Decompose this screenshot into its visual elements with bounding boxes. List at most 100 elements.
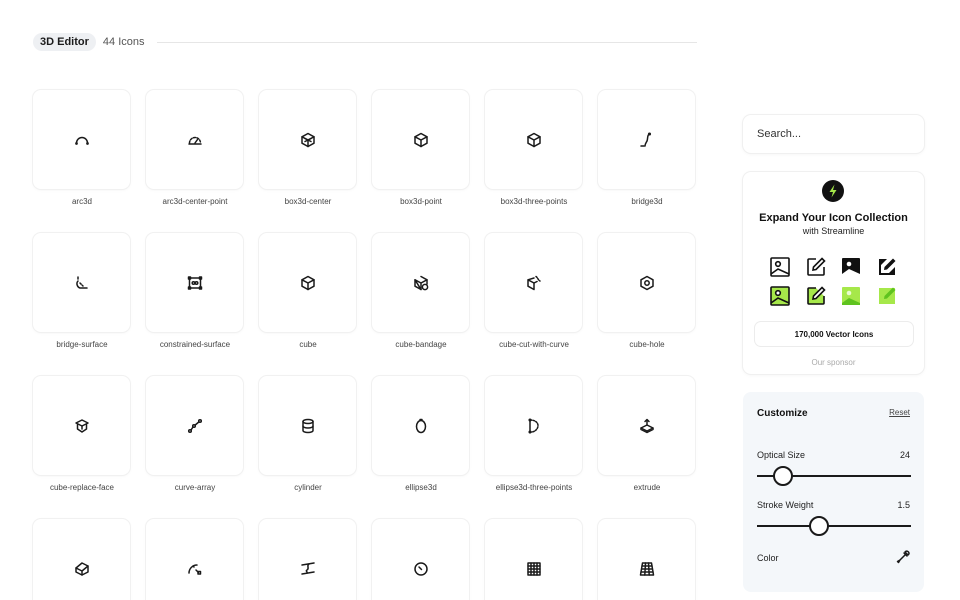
arc3d-center-point-icon: [187, 136, 202, 145]
edit-solid-icon: [876, 256, 898, 278]
optical-size-thumb[interactable]: [773, 466, 794, 486]
icon-count: 44 Icons: [102, 36, 145, 48]
icon-tile[interactable]: [485, 376, 582, 475]
icon-label: cube-hole: [629, 340, 665, 349]
promo-title: Expand Your Icon Collection: [759, 212, 908, 224]
icon-card[interactable]: box3d-center: [259, 90, 357, 206]
icon-tile[interactable]: [259, 376, 356, 475]
icon-tile[interactable]: [33, 519, 130, 600]
icon-tile[interactable]: [372, 376, 469, 475]
cube-hole-icon: [639, 275, 654, 290]
icon-tile[interactable]: [259, 233, 356, 332]
curve-array-icon: [187, 418, 202, 433]
icon-tile[interactable]: [146, 376, 243, 475]
bridge3d-icon: [639, 131, 651, 147]
icon-card[interactable]: ellipse3d-three-points: [485, 376, 583, 492]
color-label: Color: [757, 553, 779, 563]
icon-card[interactable]: [485, 519, 583, 600]
box3d-three-points-icon: [526, 132, 541, 147]
category-header: 3D Editor 44 Icons: [33, 32, 697, 52]
icon-tile[interactable]: [598, 233, 695, 332]
search-input[interactable]: [757, 128, 907, 140]
vector-icons-button[interactable]: 170,000 Vector Icons: [755, 322, 913, 346]
sponsor-card[interactable]: Expand Your Icon Collection with Streaml…: [743, 172, 924, 374]
icon-card[interactable]: cube-replace-face: [33, 376, 131, 492]
optical-size-label: Optical Size: [757, 450, 806, 460]
optical-size-slider[interactable]: [757, 466, 911, 486]
bridge-surface-icon: [75, 275, 88, 289]
icon-tile[interactable]: [33, 376, 130, 475]
icon-card[interactable]: cube-bandage: [372, 233, 470, 349]
icon-tile[interactable]: [485, 90, 582, 189]
customize-title: Customize: [757, 408, 808, 419]
icon-tile[interactable]: [598, 519, 695, 600]
surface-lines-icon: [300, 561, 315, 575]
icon-card[interactable]: arc3d: [33, 90, 131, 206]
icon-card[interactable]: curve-array: [146, 376, 244, 492]
promo-subtitle: with Streamline: [802, 226, 865, 236]
icon-tile[interactable]: [372, 233, 469, 332]
icon-tile[interactable]: [372, 90, 469, 189]
constrained-surface-icon: [187, 275, 202, 290]
ellipse3d-icon: [415, 418, 426, 433]
arc3d-icon: [74, 136, 89, 145]
icon-tile[interactable]: [259, 519, 356, 600]
icon-label: bridge3d: [631, 197, 663, 206]
extrude-icon: [639, 418, 654, 433]
icon-tile[interactable]: [598, 376, 695, 475]
icon-card[interactable]: cylinder: [259, 376, 357, 492]
cube-icon: [300, 275, 315, 290]
category-title: 3D Editor: [33, 33, 96, 51]
edit-color-flat-icon: [876, 285, 898, 307]
image-solid-icon: [840, 256, 862, 278]
cylinder-icon: [301, 418, 314, 433]
icon-card[interactable]: ellipse3d: [372, 376, 470, 492]
icon-tile[interactable]: [33, 233, 130, 332]
icon-card[interactable]: bridge-surface: [33, 233, 131, 349]
optical-size-value: 24: [899, 450, 910, 460]
perspective-grid-icon: [639, 561, 654, 576]
image-color-outline-icon: [769, 285, 791, 307]
icon-card[interactable]: cube-hole: [598, 233, 696, 349]
eyedropper-icon[interactable]: [896, 550, 910, 564]
icon-card[interactable]: cube: [259, 233, 357, 349]
grid-icon: [526, 561, 541, 576]
icon-card[interactable]: arc3d-center-point: [146, 90, 244, 206]
icon-card[interactable]: box3d-three-points: [485, 90, 583, 206]
arc-corner-icon: [187, 563, 201, 575]
icon-tile[interactable]: [146, 90, 243, 189]
icon-tile[interactable]: [485, 233, 582, 332]
icon-card[interactable]: [146, 519, 244, 600]
icon-tile[interactable]: [598, 90, 695, 189]
edit-outline-icon: [805, 256, 827, 278]
icon-tile[interactable]: [33, 90, 130, 189]
streamline-logo-icon: [822, 180, 844, 202]
header-divider: [156, 41, 697, 43]
icon-tile[interactable]: [146, 233, 243, 332]
icon-card[interactable]: box3d-point: [372, 90, 470, 206]
reset-button[interactable]: Reset: [889, 408, 910, 417]
icon-card[interactable]: [372, 519, 470, 600]
icon-card[interactable]: cube-cut-with-curve: [485, 233, 583, 349]
icon-card[interactable]: [33, 519, 131, 600]
search-box[interactable]: [743, 115, 924, 153]
icon-tile[interactable]: [146, 519, 243, 600]
stroke-weight-value: 1.5: [897, 500, 910, 510]
cube-bandage-icon: [413, 275, 428, 290]
icon-card[interactable]: constrained-surface: [146, 233, 244, 349]
ellipse3d-three-points-icon: [527, 417, 539, 434]
stroke-weight-label: Stroke Weight: [757, 500, 814, 510]
icon-tile[interactable]: [485, 519, 582, 600]
icon-card[interactable]: extrude: [598, 376, 696, 492]
icon-label: extrude: [633, 483, 661, 492]
customize-panel: Customize Reset Optical Size 24 Stroke W…: [743, 392, 924, 592]
image-color-flat-icon: [840, 285, 862, 307]
icon-tile[interactable]: [372, 519, 469, 600]
cube-face-icon: [74, 561, 89, 576]
icon-tile[interactable]: [259, 90, 356, 189]
stroke-weight-slider[interactable]: [757, 516, 911, 536]
icon-card[interactable]: [598, 519, 696, 600]
stroke-weight-thumb[interactable]: [808, 516, 829, 536]
icon-card[interactable]: bridge3d: [598, 90, 696, 206]
icon-card[interactable]: [259, 519, 357, 600]
